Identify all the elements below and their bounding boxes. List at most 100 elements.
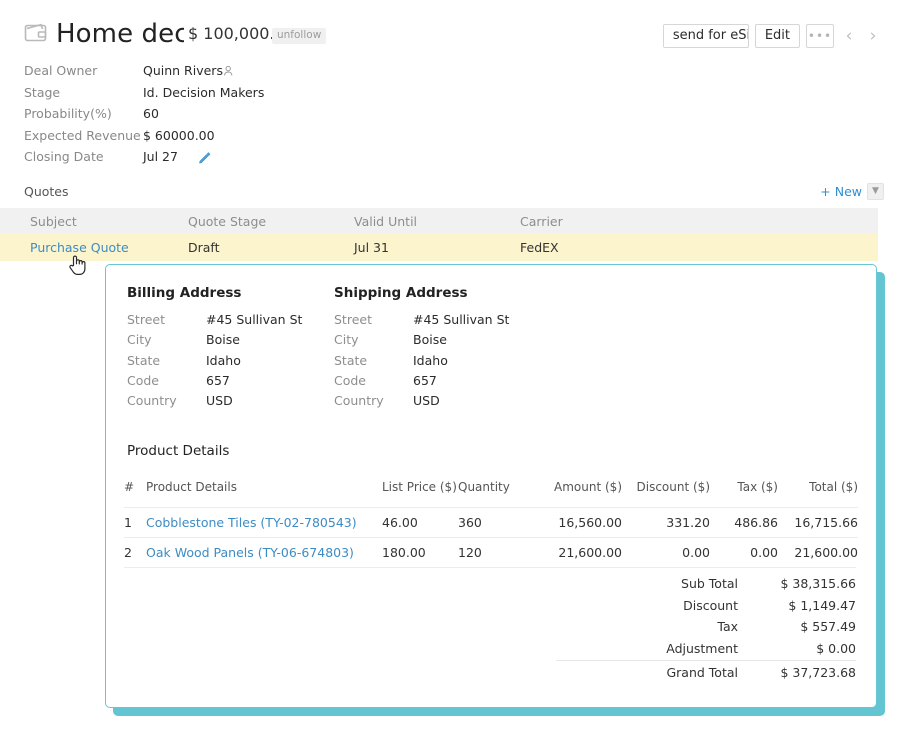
total-label: Grand Total (666, 664, 738, 680)
billing-country-row: Country USD (127, 393, 241, 413)
total-row-sub-total: Sub Total $ 38,315.66 (556, 573, 856, 595)
field-value: #45 Sullivan St (413, 312, 510, 327)
quote-subject-link[interactable]: Purchase Quote (30, 240, 129, 255)
billing-street-row: Street #45 Sullivan St (127, 312, 302, 332)
product-discount-cell: 0.00 (682, 545, 710, 560)
quotes-section-title: Quotes (24, 184, 69, 199)
field-probability: Probability(%) 60 (24, 106, 484, 128)
deal-amount: $ 100,000.00 (188, 24, 272, 43)
header-actions: send for eSign Edit ••• ‹ › (662, 24, 882, 48)
total-row-discount: Discount $ 1,149.47 (556, 595, 856, 617)
shipping-city-row: City Boise (334, 332, 468, 352)
field-value: 657 (413, 372, 437, 388)
table-row: 1 Cobblestone Tiles (TY-02-780543) 46.00… (124, 507, 858, 537)
field-value: Quinn Rivers (143, 63, 235, 80)
field-value: Boise (206, 332, 240, 348)
field-value: Idaho (413, 352, 448, 368)
page-header: Home decor $ 100,000.00 unfollow send fo… (0, 0, 900, 58)
shipping-address-heading: Shipping Address (334, 285, 468, 301)
column-header-product: Product Details (146, 480, 237, 494)
quote-preview-popup: Billing Address Street #45 Sullivan St C… (105, 264, 877, 708)
field-label: State (127, 352, 161, 368)
edit-pencil-icon[interactable] (198, 151, 211, 167)
product-index-cell: 1 (124, 515, 132, 530)
field-label: Stage (24, 84, 61, 100)
more-options-button[interactable]: ••• (806, 24, 834, 48)
product-quantity-cell: 360 (458, 515, 482, 530)
column-header-discount: Discount ($) (636, 480, 711, 494)
field-label: City (334, 332, 359, 348)
product-name-link[interactable]: Oak Wood Panels (TY-06-674803) (146, 545, 354, 560)
field-expected-revenue: Expected Revenue $ 60000.00 (24, 128, 484, 150)
field-value: 657 (206, 372, 230, 388)
product-total-cell: 21,600.00 (794, 545, 858, 560)
field-value: $ 60000.00 (143, 127, 215, 143)
product-discount-cell: 331.20 (666, 515, 710, 530)
billing-city-row: City Boise (127, 332, 241, 352)
quote-stage-cell: Draft (188, 240, 220, 255)
deal-owner-name: Quinn Rivers (143, 63, 223, 78)
total-value: $ 38,315.66 (780, 576, 856, 592)
field-value: USD (413, 393, 440, 409)
total-label: Adjustment (666, 640, 738, 656)
shipping-country-row: Country USD (334, 393, 468, 413)
field-label: Street (127, 312, 165, 327)
column-header-tax: Tax ($) (737, 480, 778, 494)
product-details-table: # Product Details List Price ($) Quantit… (124, 480, 858, 567)
table-row: 2 Oak Wood Panels (TY-06-674803) 180.00 … (124, 537, 858, 567)
user-icon (223, 65, 235, 80)
page-title: Home decor (56, 19, 184, 49)
shipping-state-row: State Idaho (334, 353, 468, 373)
column-header-amount: Amount ($) (554, 480, 622, 494)
deal-detail-fields: Deal Owner Quinn Rivers Stage Id. Decisi… (24, 63, 484, 171)
field-label: Probability(%) (24, 106, 112, 121)
table-row[interactable]: Purchase Quote Draft Jul 31 FedEX (0, 234, 878, 261)
product-quantity-cell: 120 (458, 545, 482, 560)
quote-valid-until-cell: Jul 31 (354, 240, 389, 255)
shipping-address-block: Shipping Address Street #45 Sullivan St … (334, 285, 509, 413)
product-name-link[interactable]: Cobblestone Tiles (TY-02-780543) (146, 515, 357, 530)
billing-address-block: Billing Address Street #45 Sullivan St C… (127, 285, 302, 413)
field-label: Code (334, 372, 367, 388)
field-label: Code (127, 372, 160, 388)
total-label: Tax (717, 619, 738, 635)
total-row-tax: Tax $ 557.49 (556, 616, 856, 638)
shipping-street-row: Street #45 Sullivan St (334, 312, 509, 332)
chevron-down-icon[interactable]: ▼ (867, 183, 884, 200)
column-header-list-price: List Price ($) (382, 480, 457, 494)
previous-record-icon[interactable]: ‹ (840, 24, 858, 48)
total-value: $ 37,723.68 (780, 664, 856, 680)
field-closing-date: Closing Date Jul 27 (24, 149, 484, 171)
field-label: Expected Revenue (24, 127, 141, 143)
field-value: USD (206, 393, 233, 409)
field-value: Jul 27 (143, 149, 211, 167)
billing-address-heading: Billing Address (127, 285, 242, 301)
total-label: Discount (683, 597, 738, 613)
add-new-quote-button[interactable]: + New (820, 184, 862, 199)
product-total-cell: 16,715.66 (794, 515, 858, 530)
product-amount-cell: 21,600.00 (558, 545, 622, 560)
total-label: Sub Total (681, 576, 738, 592)
field-label: Country (127, 393, 177, 409)
field-label: Deal Owner (24, 63, 98, 78)
total-value: $ 0.00 (816, 640, 856, 656)
billing-state-row: State Idaho (127, 353, 241, 373)
totals-summary: Sub Total $ 38,315.66 Discount $ 1,149.4… (556, 573, 856, 683)
field-label: Closing Date (24, 149, 104, 164)
field-stage: Stage Id. Decision Makers (24, 85, 484, 107)
quotes-table-header: Subject Quote Stage Valid Until Carrier (0, 208, 878, 234)
field-label: City (127, 332, 152, 348)
quotes-table: Subject Quote Stage Valid Until Carrier … (0, 208, 878, 261)
send-for-esign-button[interactable]: send for eSign (662, 24, 749, 48)
column-header-quote-stage: Quote Stage (188, 213, 267, 229)
quote-carrier-cell: FedEX (520, 240, 559, 255)
field-label: Country (334, 393, 384, 409)
product-index-cell: 2 (124, 545, 132, 560)
next-record-icon[interactable]: › (864, 24, 882, 48)
total-value: $ 1,149.47 (788, 597, 856, 613)
field-label: Street (334, 312, 372, 327)
shipping-code-row: Code 657 (334, 373, 468, 393)
product-amount-cell: 16,560.00 (558, 515, 622, 530)
edit-button[interactable]: Edit (754, 24, 800, 48)
unfollow-badge[interactable]: unfollow (272, 28, 327, 44)
